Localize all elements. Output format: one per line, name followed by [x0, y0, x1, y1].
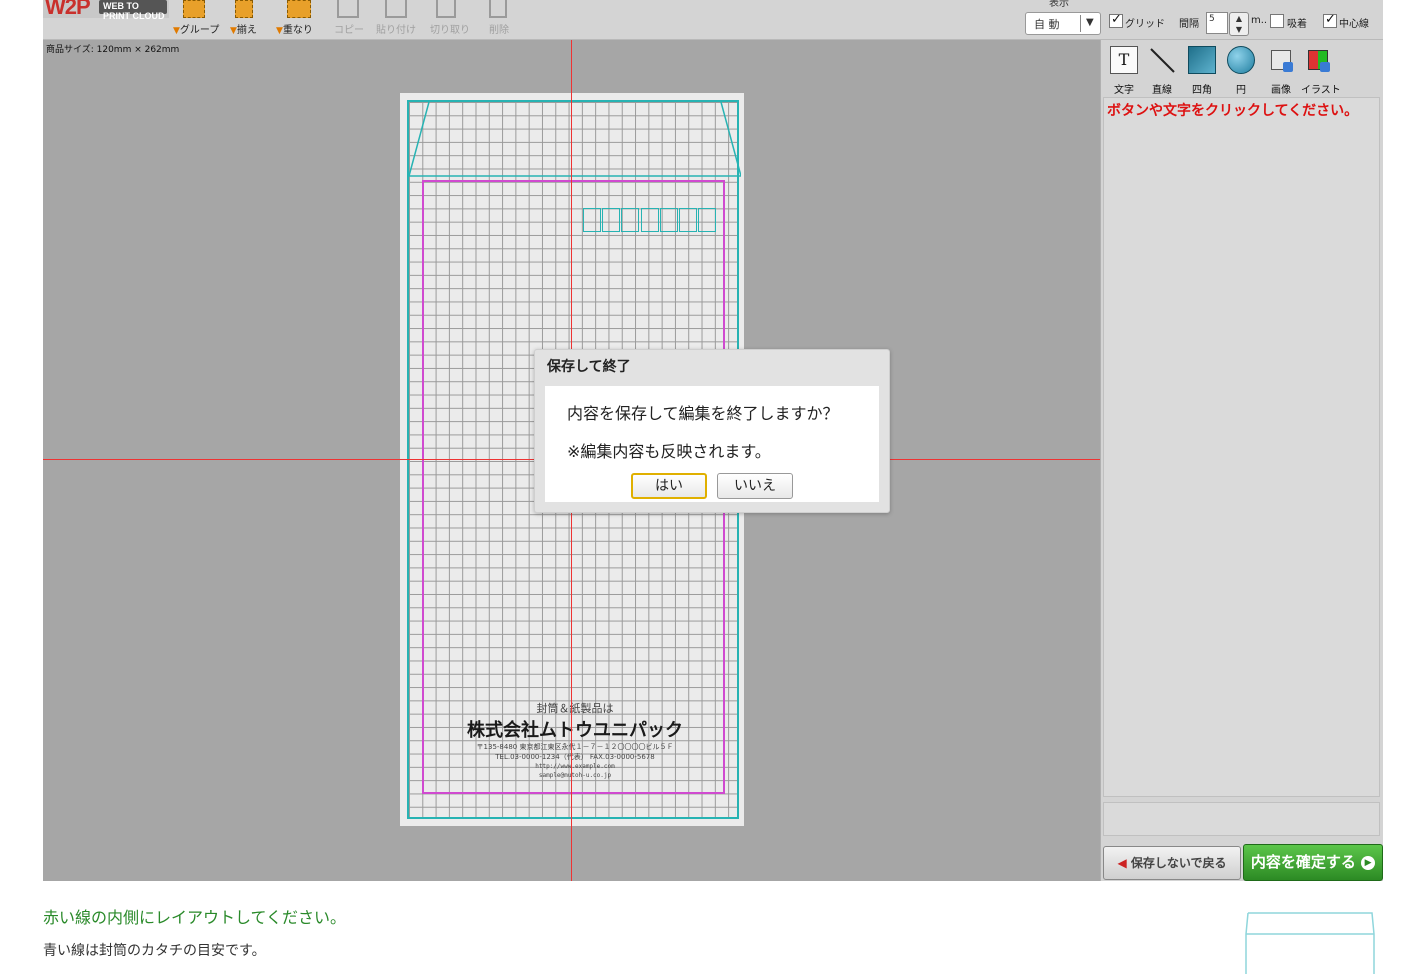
save-and-exit-dialog: 保存して終了 内容を保存して編集を終了しますか？ ※編集内容も反映されます。 は…	[534, 349, 890, 513]
copy-button[interactable]: コピー	[334, 21, 364, 36]
interval-input[interactable]: 5	[1206, 12, 1228, 34]
copy-icon[interactable]	[337, 0, 359, 18]
paste-icon[interactable]	[385, 0, 407, 18]
rectangle-tool-icon	[1188, 46, 1216, 74]
scissors-icon[interactable]	[436, 0, 456, 18]
rect-tool[interactable]: 四角	[1185, 46, 1219, 96]
cut-button[interactable]: 切り取り	[430, 21, 470, 36]
postal-code-box	[679, 208, 697, 232]
center-line-label: 中心線	[1339, 19, 1369, 30]
group-button[interactable]: ▼グループ	[173, 21, 219, 36]
text-tool[interactable]: T 文字	[1107, 46, 1141, 96]
interval-label: 間隔	[1179, 19, 1199, 30]
center-line-checkbox[interactable]	[1323, 12, 1337, 28]
postal-code-box	[602, 208, 620, 232]
properties-panel: ボタンや文字をクリックしてください。	[1103, 97, 1380, 797]
dialog-message: 内容を保存して編集を終了しますか？	[567, 404, 839, 423]
illustration-icon	[1308, 50, 1330, 72]
circle-tool[interactable]: 円	[1224, 46, 1258, 96]
top-toolbar: W2P WEB TO PRINT CLOUD ▼グループ ▼揃え ▼重なり コピ…	[43, 0, 1383, 40]
stack-icon[interactable]	[287, 0, 311, 18]
interval-stepper[interactable]: ▲ ▼	[1229, 12, 1249, 36]
properties-footer	[1103, 802, 1380, 836]
trash-icon[interactable]	[489, 0, 507, 18]
postal-code-box	[698, 208, 716, 232]
right-tool-panel: T 文字 直線 四角 円 画像 イラスト ボタンや文字をクリックしてください。	[1100, 40, 1383, 881]
postal-code-box	[660, 208, 678, 232]
envelope-shape-thumbnail	[1245, 912, 1375, 974]
line-tool-icon	[1148, 46, 1176, 74]
circle-tool-icon	[1227, 46, 1255, 74]
snap-checkbox[interactable]	[1270, 14, 1284, 28]
company-name[interactable]: 株式会社ムトウユニパック	[409, 716, 741, 742]
image-upload-icon	[1271, 50, 1293, 72]
zoom-value: 自 動	[1034, 18, 1060, 31]
paste-button[interactable]: 貼り付け	[376, 21, 416, 36]
view-label: 表示	[1049, 0, 1069, 9]
arrow-left-icon: ◀	[1117, 856, 1127, 870]
illustration-tool[interactable]: イラスト	[1301, 46, 1341, 96]
zoom-select[interactable]: 自 動 ▼	[1025, 12, 1101, 35]
arrow-right-icon: ▶	[1361, 855, 1376, 870]
unit-label: m..	[1251, 15, 1268, 26]
w2p-logo: W2P WEB TO PRINT CLOUD	[43, 0, 169, 21]
back-without-saving-button[interactable]: ◀ 保存しないで戻る	[1103, 846, 1241, 880]
company-url[interactable]: http://www.example.com	[409, 763, 741, 770]
postal-code-box	[583, 208, 601, 232]
address-tagline[interactable]: 封筒＆紙製品は	[409, 700, 741, 716]
instruction-hint: ボタンや文字をクリックしてください。	[1107, 103, 1359, 119]
editor-root: W2P WEB TO PRINT CLOUD ▼グループ ▼揃え ▼重なり コピ…	[0, 0, 1422, 974]
blue-line-note: 青い線は封筒のカタチの目安です。	[43, 943, 266, 959]
dialog-body: 内容を保存して編集を終了しますか？ ※編集内容も反映されます。 はい いいえ	[545, 386, 879, 502]
company-address[interactable]: 〒135-8480 東京都江東区永代１－７－１２〇〇〇〇ビル５Ｆ	[409, 742, 741, 752]
no-button[interactable]: いいえ	[717, 473, 793, 499]
delete-button[interactable]: 削除	[489, 21, 509, 36]
stack-button[interactable]: ▼重なり	[276, 21, 313, 36]
grid-checkbox[interactable]	[1109, 12, 1123, 28]
align-icon[interactable]	[235, 0, 253, 18]
image-tool[interactable]: 画像	[1264, 46, 1298, 96]
group-icon[interactable]	[183, 0, 205, 18]
text-tool-icon: T	[1110, 46, 1138, 74]
dialog-title: 保存して終了	[547, 359, 631, 375]
product-size-label: 商品サイズ: 120mm × 262mm	[46, 45, 180, 55]
line-tool[interactable]: 直線	[1145, 46, 1179, 96]
logo-text: W2P	[45, 0, 91, 19]
snap-label: 吸着	[1287, 19, 1307, 30]
yes-button[interactable]: はい	[631, 473, 707, 499]
red-line-note: 赤い線の内側にレイアウトしてください。	[43, 908, 347, 927]
grid-label: グリッド	[1125, 19, 1165, 30]
logo-subtitle: WEB TO PRINT CLOUD	[99, 0, 167, 21]
envelope-flap-guide	[409, 102, 741, 177]
align-button[interactable]: ▼揃え	[230, 21, 257, 36]
postal-code-box	[621, 208, 639, 232]
postal-code-box	[641, 208, 659, 232]
company-email[interactable]: sample@mutoh-u.co.jp	[409, 772, 741, 779]
dialog-note: ※編集内容も反映されます。	[567, 442, 771, 461]
confirm-content-button[interactable]: 内容を確定する ▶	[1243, 844, 1383, 881]
chevron-down-icon: ▼	[1086, 17, 1094, 28]
company-phone[interactable]: TEL.03-0000-1234（代表） FAX.03-0000-5678	[409, 752, 741, 762]
